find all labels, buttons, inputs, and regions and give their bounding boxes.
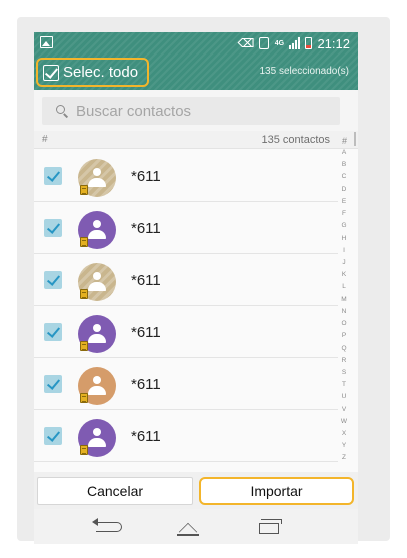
lte-icon: 4G <box>274 39 285 47</box>
contact-row[interactable]: *611 <box>34 306 338 358</box>
status-icons: ⌫ 4G 21:12 <box>237 35 350 51</box>
alphabet-index-letter[interactable]: L <box>342 284 346 291</box>
contact-name: *611 <box>131 428 161 445</box>
contact-checkbox[interactable] <box>44 219 62 237</box>
select-all-button[interactable]: Selec. todo <box>36 58 149 87</box>
alphabet-index[interactable]: ABCDEFGHIJKLMNOPQRSTUVWXYZ <box>338 149 350 462</box>
list-header: # 135 contactos <box>34 131 358 149</box>
alphabet-index-letter[interactable]: H <box>342 235 347 243</box>
contact-count: 135 contactos <box>261 134 331 146</box>
contact-checkbox[interactable] <box>44 375 62 393</box>
contact-checkbox[interactable] <box>44 167 62 185</box>
alphabet-index-letter[interactable]: Z <box>342 455 346 462</box>
vibrate-icon <box>259 37 270 49</box>
contact-name: *611 <box>131 220 161 237</box>
alphabet-index-letter[interactable]: V <box>342 406 346 414</box>
alphabet-index-letter[interactable]: F <box>342 211 346 218</box>
alphabet-index-letter[interactable]: Q <box>341 345 346 353</box>
nfc-icon: ⌫ <box>237 36 255 50</box>
alphabet-index-letter[interactable]: X <box>342 431 346 438</box>
sim-card-icon <box>80 445 88 455</box>
alphabet-index-letter[interactable]: Y <box>342 443 346 450</box>
alphabet-index-letter[interactable]: A <box>342 149 346 157</box>
contact-row[interactable]: *611 <box>34 410 338 462</box>
select-all-label: Selec. todo <box>63 64 139 81</box>
bottom-bar: Cancelar Importar <box>34 472 358 509</box>
contact-checkbox[interactable] <box>44 323 62 341</box>
alphabet-index-letter[interactable]: R <box>342 357 347 365</box>
alphabet-index-letter[interactable]: N <box>342 308 347 316</box>
alphabet-index-letter[interactable]: O <box>341 321 346 328</box>
alphabet-index-letter[interactable]: S <box>342 369 346 377</box>
sim-card-icon <box>80 237 88 247</box>
contact-row[interactable]: *611 <box>34 254 338 306</box>
index-header: # <box>341 136 347 146</box>
sim-card-icon <box>80 393 88 403</box>
contact-row[interactable]: *611 <box>34 202 338 254</box>
status-bar: ⌫ 4G 21:12 <box>34 32 358 54</box>
action-bar: Selec. todo 135 seleccionado(s) <box>34 54 358 90</box>
search-icon <box>56 105 68 117</box>
status-clock: 21:12 <box>317 35 350 51</box>
search-box[interactable] <box>42 97 340 125</box>
alphabet-index-letter[interactable]: B <box>342 162 346 169</box>
contact-row[interactable]: *611 <box>34 150 338 202</box>
alphabet-index-letter[interactable]: D <box>342 186 347 194</box>
alphabet-index-letter[interactable]: I <box>343 247 345 255</box>
sim-card-icon <box>80 185 88 195</box>
contact-checkbox[interactable] <box>44 427 62 445</box>
search-bar <box>34 90 358 131</box>
alphabet-index-letter[interactable]: E <box>342 198 346 206</box>
import-button[interactable]: Importar <box>199 477 354 505</box>
selected-count: 135 seleccionado(s) <box>259 66 350 77</box>
search-input[interactable] <box>76 102 316 120</box>
alphabet-index-letter[interactable]: W <box>341 418 347 426</box>
contact-name: *611 <box>131 324 161 341</box>
alphabet-index-letter[interactable]: C <box>342 174 347 181</box>
alphabet-index-letter[interactable]: T <box>342 382 346 389</box>
sim-card-icon <box>80 289 88 299</box>
alphabet-index-letter[interactable]: K <box>342 272 346 279</box>
alphabet-index-letter[interactable]: G <box>341 223 346 230</box>
gallery-icon <box>40 36 53 48</box>
contact-name: *611 <box>131 376 161 393</box>
alphabet-index-letter[interactable]: J <box>342 259 345 267</box>
navigation-bar <box>34 509 358 544</box>
contact-name: *611 <box>131 168 161 185</box>
scrollbar[interactable] <box>354 132 356 146</box>
phone-screen: ⌫ 4G 21:12 Selec. todo 135 seleccionado(… <box>34 32 358 544</box>
section-label: # <box>42 134 48 145</box>
contact-row[interactable]: *611 <box>34 358 338 410</box>
battery-icon <box>305 37 313 49</box>
home-icon[interactable] <box>168 515 208 539</box>
select-all-checkbox[interactable] <box>43 64 59 81</box>
sim-card-icon <box>80 341 88 351</box>
alphabet-index-letter[interactable]: M <box>341 296 346 304</box>
recent-apps-icon[interactable] <box>249 515 289 539</box>
contact-name: *611 <box>131 272 161 289</box>
back-icon[interactable] <box>88 515 128 539</box>
contact-list: *611 *611 *611 *611 *611 *611 <box>34 150 338 462</box>
alphabet-index-letter[interactable]: P <box>342 333 346 340</box>
cancel-button[interactable]: Cancelar <box>37 477 193 505</box>
alphabet-index-letter[interactable]: U <box>342 394 347 401</box>
contact-checkbox[interactable] <box>44 271 62 289</box>
signal-icon <box>289 37 301 49</box>
